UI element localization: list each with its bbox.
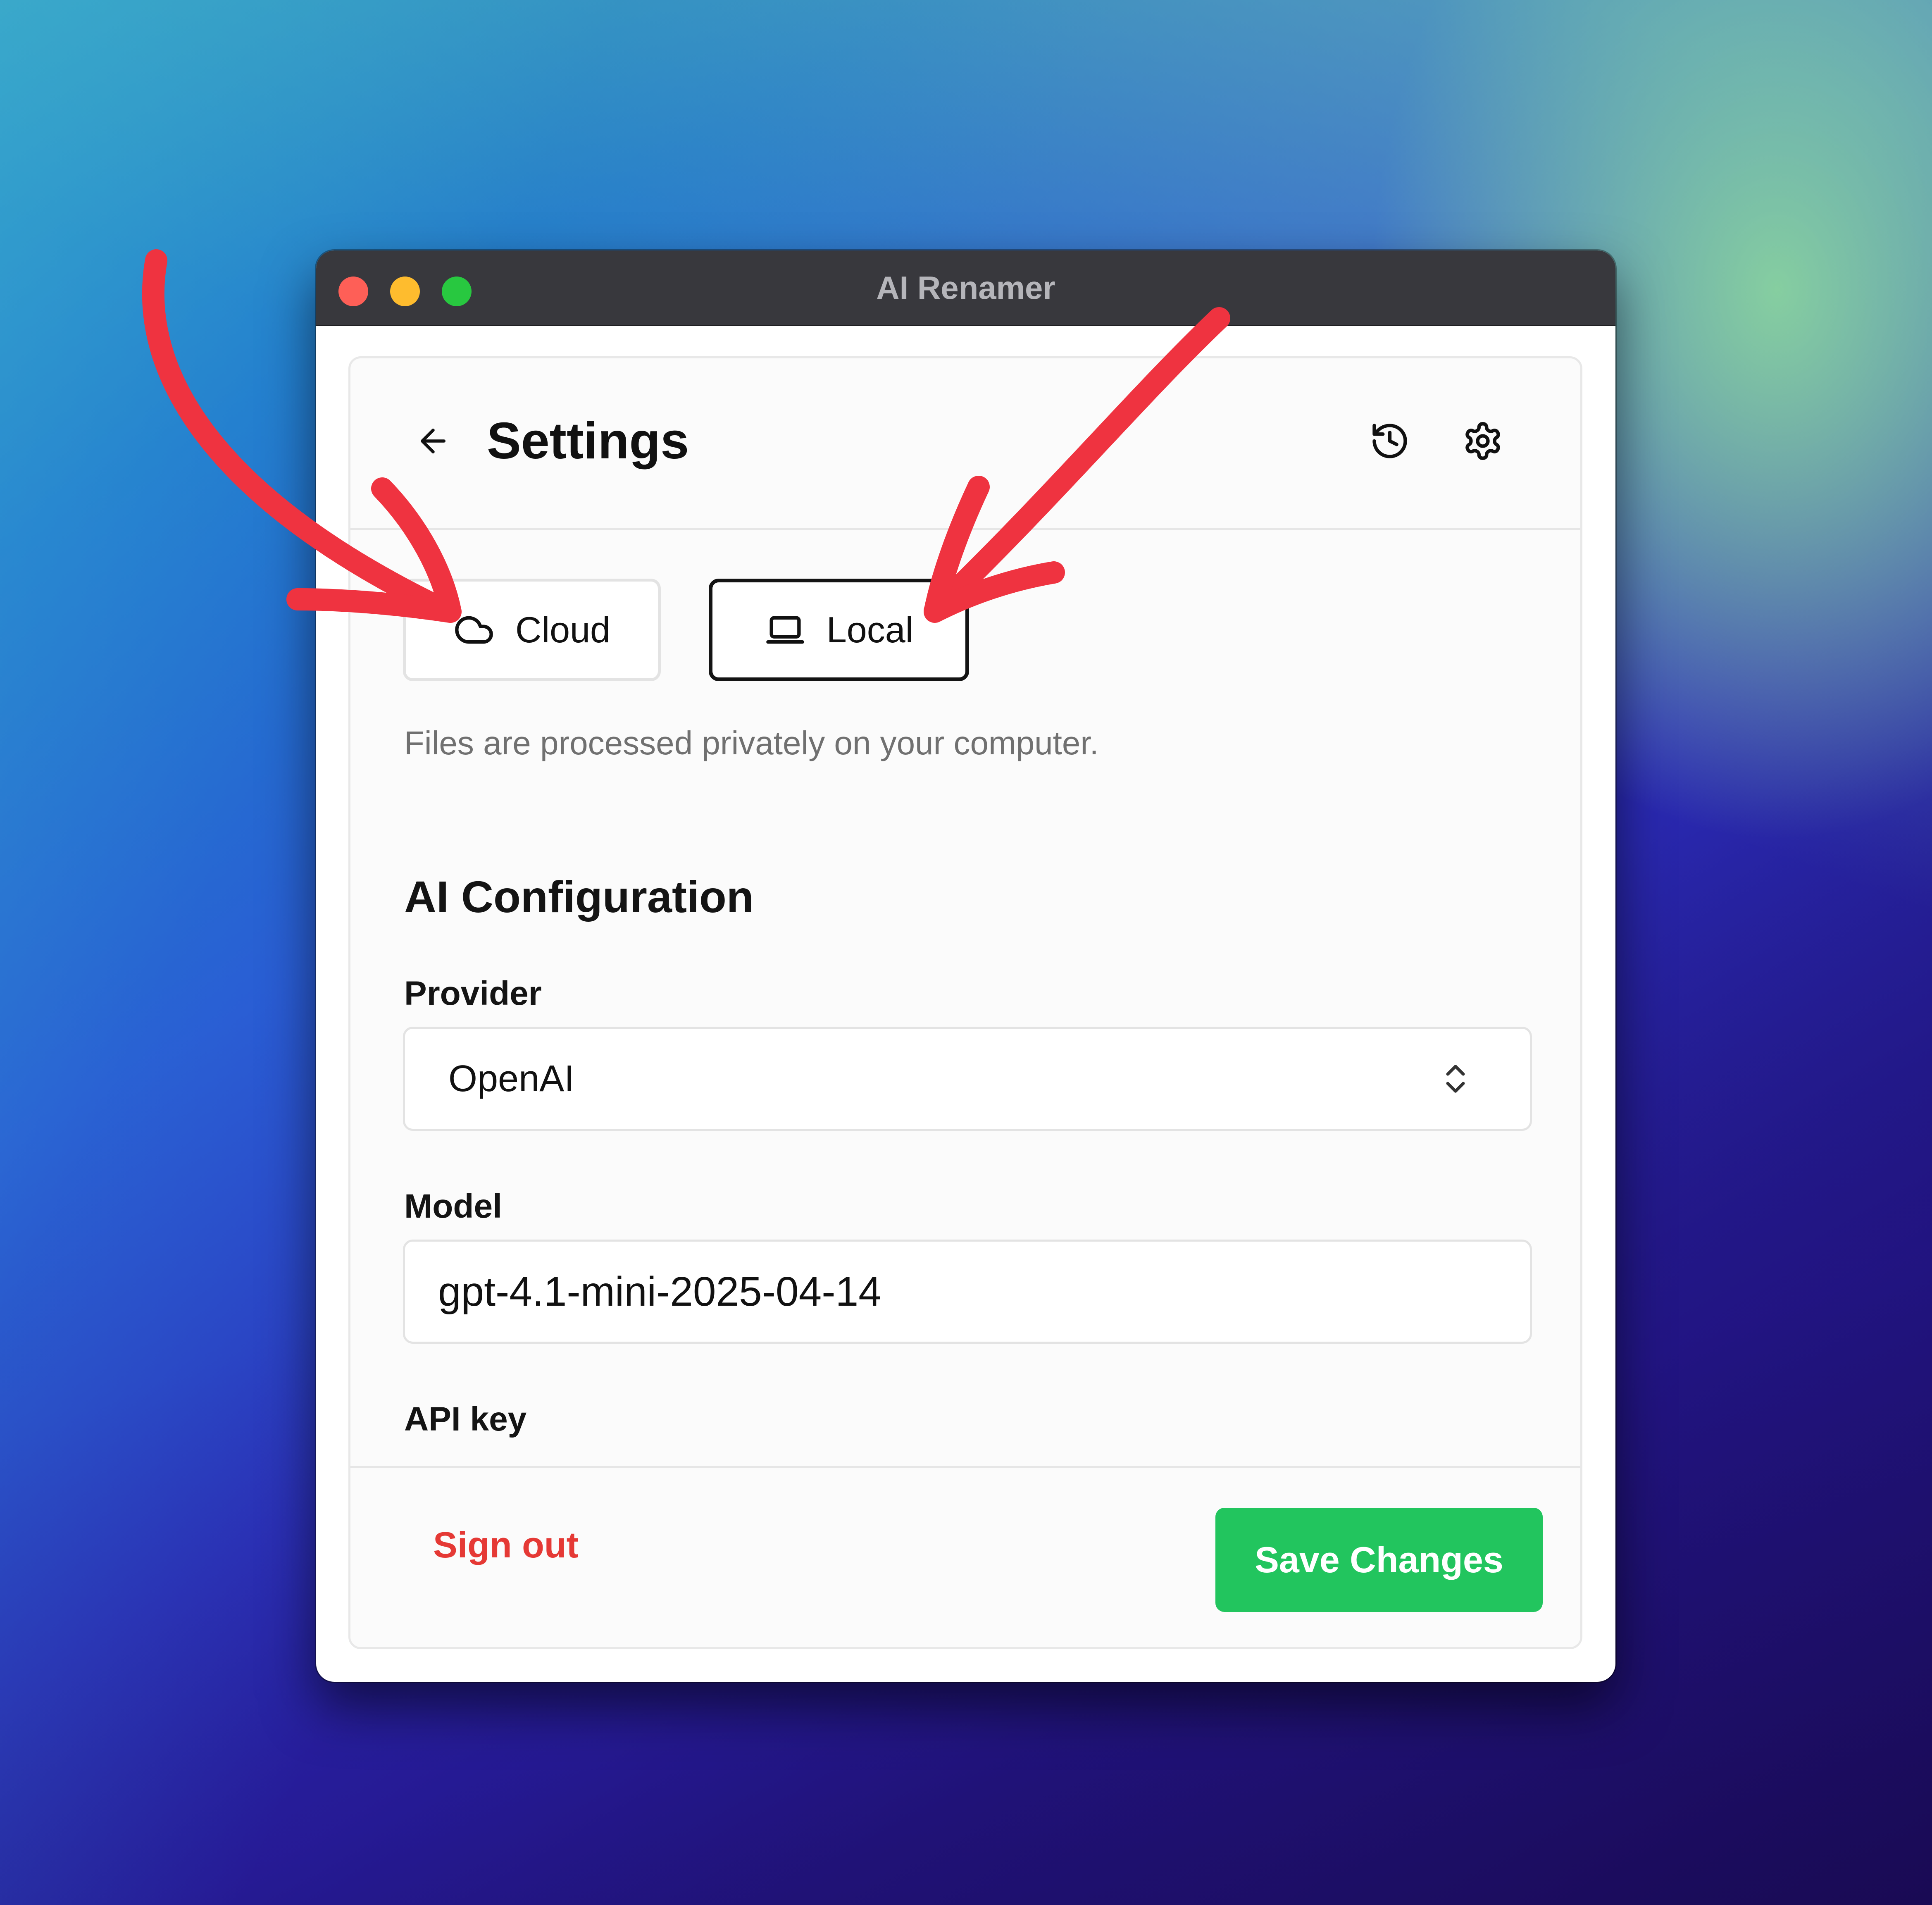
settings-header: Settings — [350, 358, 1580, 530]
cloud-mode-label: Cloud — [515, 609, 610, 650]
cloud-icon — [455, 616, 493, 644]
history-button[interactable] — [1365, 416, 1415, 466]
save-changes-button[interactable]: Save Changes — [1215, 1508, 1543, 1612]
page-title: Settings — [487, 412, 689, 470]
model-input[interactable]: gpt-4.1-mini-2025-04-14 — [403, 1240, 1532, 1344]
ai-configuration-heading: AI Configuration — [404, 872, 754, 922]
provider-select-value: OpenAI — [448, 1058, 575, 1099]
model-input-value: gpt-4.1-mini-2025-04-14 — [438, 1268, 881, 1315]
back-arrow-icon — [421, 429, 445, 453]
cloud-mode-button[interactable]: Cloud — [403, 579, 661, 681]
app-window: AI Renamer Settings Cloud Local Files ar… — [316, 250, 1615, 1682]
title-bar: AI Renamer — [316, 250, 1615, 326]
provider-label: Provider — [404, 975, 542, 1012]
provider-select[interactable]: OpenAI — [403, 1027, 1532, 1131]
history-icon — [1372, 424, 1407, 458]
chevron-up-down-icon — [1446, 1065, 1465, 1093]
api-key-label: API key — [404, 1400, 527, 1438]
sign-out-button[interactable]: Sign out — [433, 1524, 579, 1566]
back-button[interactable] — [412, 420, 454, 462]
mode-description: Files are processed privately on your co… — [404, 725, 1099, 761]
settings-panel: Settings Cloud Local Files are processed… — [348, 356, 1582, 1649]
settings-footer: Sign out Save Changes — [350, 1466, 1580, 1647]
settings-button[interactable] — [1458, 416, 1508, 466]
model-label: Model — [404, 1187, 502, 1225]
gear-icon — [1465, 422, 1500, 460]
local-mode-label: Local — [826, 609, 914, 650]
window-title: AI Renamer — [876, 269, 1055, 306]
laptop-icon — [766, 616, 804, 644]
local-mode-button[interactable]: Local — [709, 579, 969, 681]
